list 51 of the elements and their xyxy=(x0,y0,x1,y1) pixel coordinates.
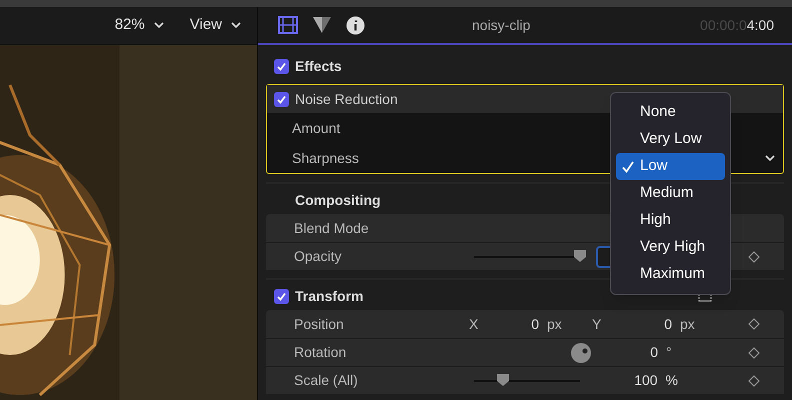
checkbox[interactable] xyxy=(274,58,289,74)
value-text[interactable]: 0 xyxy=(519,314,539,334)
checkbox[interactable] xyxy=(274,92,289,106)
film-icon[interactable] xyxy=(278,16,298,34)
menu-item[interactable]: Medium xyxy=(616,180,725,207)
menu-item[interactable]: Low xyxy=(616,153,725,180)
menu-item[interactable]: Very Low xyxy=(616,126,725,153)
effect-title: Noise Reduction xyxy=(295,90,398,108)
unit-text: px xyxy=(547,314,563,334)
keyframe-diamond-icon[interactable] xyxy=(748,318,760,330)
menu-item[interactable]: None xyxy=(616,99,725,126)
keyframe-diamond-icon[interactable] xyxy=(748,374,760,386)
clip-name: noisy-clip xyxy=(472,16,530,35)
slider-thumb[interactable] xyxy=(574,250,586,262)
triangle-icon[interactable] xyxy=(312,16,332,34)
row-label: Amount xyxy=(292,118,342,138)
zoom-menu[interactable]: 82% xyxy=(114,14,164,37)
row-label: Position xyxy=(294,314,345,334)
menu-item[interactable]: High xyxy=(616,207,725,234)
value-text[interactable]: 0 xyxy=(650,342,658,363)
unit-text: % xyxy=(666,371,678,390)
checkbox[interactable] xyxy=(274,288,289,304)
chevron-icon xyxy=(154,22,164,29)
checkmark-icon xyxy=(276,60,287,72)
section-title: Effects xyxy=(295,56,342,76)
checkmark-icon xyxy=(622,160,634,172)
checkmark-icon xyxy=(276,94,287,104)
info-icon[interactable] xyxy=(346,16,365,34)
keyframe-diamond-icon[interactable] xyxy=(748,250,760,262)
row-label: Scale (All) xyxy=(294,371,359,390)
chevron-icon xyxy=(231,22,241,29)
section-title: Compositing xyxy=(295,190,381,210)
axis-label: X xyxy=(469,314,480,334)
unit-text: px xyxy=(680,314,695,334)
chevron-icon xyxy=(765,154,775,162)
menu-item[interactable]: Maximum xyxy=(616,261,725,288)
menu-item[interactable]: Very High xyxy=(616,234,725,261)
view-menu[interactable]: View xyxy=(190,14,241,37)
row-label: Opacity xyxy=(294,247,342,266)
rotation-dial-icon[interactable] xyxy=(571,342,591,362)
value-text[interactable]: 0 xyxy=(652,314,672,334)
checkmark-icon xyxy=(276,290,287,302)
unit-text: ° xyxy=(666,343,673,362)
row-label: Rotation xyxy=(294,343,348,362)
keyframe-diamond-icon[interactable] xyxy=(748,346,760,358)
row-label: Blend Mode xyxy=(294,218,370,238)
slider-thumb[interactable] xyxy=(496,374,509,386)
value-text[interactable]: 100 xyxy=(634,370,658,391)
row-label: Sharpness xyxy=(292,148,360,168)
section-title: Transform xyxy=(295,286,364,306)
axis-label: Y xyxy=(592,314,602,334)
